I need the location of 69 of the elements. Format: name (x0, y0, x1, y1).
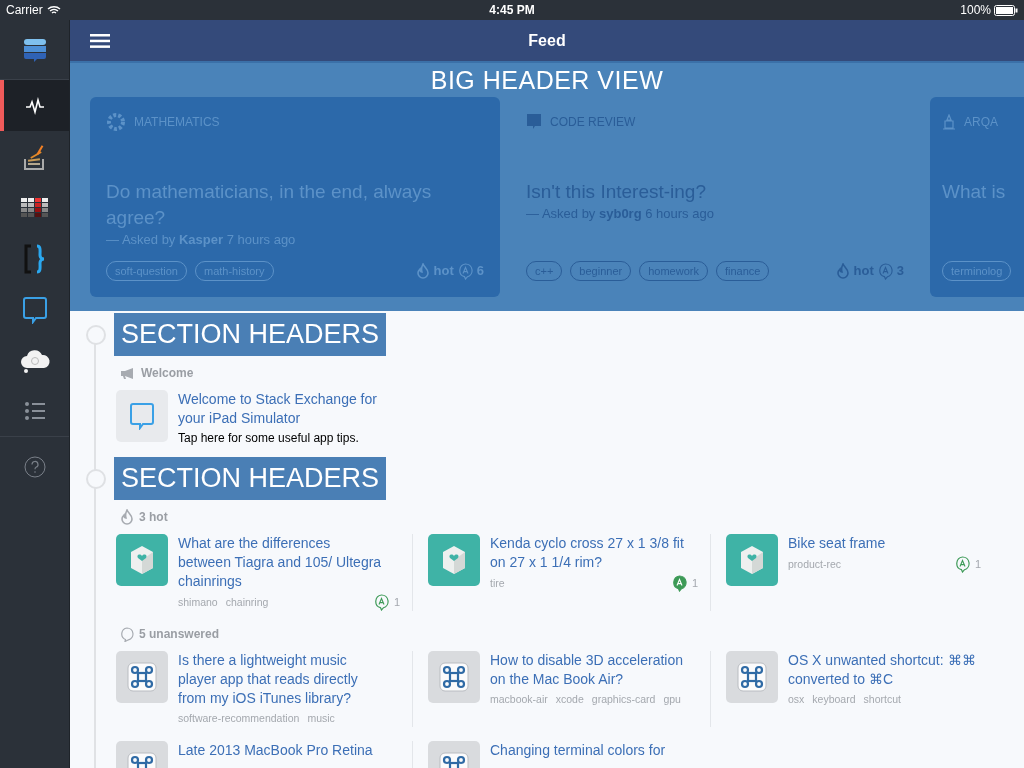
carrier-label: Carrier (6, 2, 43, 19)
flame-icon (835, 263, 850, 279)
command-key-icon (116, 651, 168, 703)
question-title[interactable]: Late 2013 MacBook Pro Retina (178, 740, 383, 760)
answer-count: 1 (974, 557, 981, 573)
question-title[interactable]: OS X unwanted shortcut: ⌘⌘ converted to ⌘C (788, 651, 993, 689)
section-label: 5 unanswered (139, 626, 220, 643)
answer-count: 1 (691, 576, 698, 592)
section-label: Welcome (141, 365, 194, 382)
cloud-icon (18, 347, 51, 374)
tag[interactable]: keyboard (812, 692, 856, 708)
section-header: SECTION HEADERS (114, 457, 387, 500)
tag[interactable]: shimano (178, 594, 218, 611)
site-icon (726, 534, 778, 586)
menu-icon[interactable] (90, 33, 110, 48)
section-header: SECTION HEADERS (114, 313, 387, 356)
megaphone-icon (120, 366, 136, 380)
tag[interactable]: xcode (555, 692, 584, 708)
header-overlay-title: BIG HEADER VIEW (430, 66, 664, 96)
brackets-icon (22, 243, 47, 274)
section-label: 3 hot (139, 509, 168, 526)
battery-percent: 100% (960, 2, 991, 19)
building-icon (942, 114, 956, 130)
grid-blocks-icon (19, 196, 50, 219)
chat-bubble-icon (129, 402, 155, 430)
command-key-icon (726, 651, 778, 703)
site-icon (116, 534, 168, 586)
tag[interactable]: product-rec (788, 556, 842, 573)
tag[interactable]: music (307, 711, 335, 727)
tag[interactable]: gpu (663, 692, 681, 708)
help-icon (23, 456, 46, 478)
answer-icon (457, 262, 473, 280)
flame-icon (415, 263, 430, 279)
command-key-icon (428, 651, 480, 703)
tag[interactable]: tire (490, 575, 505, 592)
gear-icon (106, 112, 126, 132)
flame-icon (120, 509, 134, 525)
welcome-title[interactable]: Welcome to Stack Exchange for your iPad Simulator (178, 390, 378, 428)
question-title[interactable]: How to disable 3D acceleration on the Mac Book Air? (490, 651, 695, 689)
tag[interactable]: chainring (225, 594, 269, 611)
question-title[interactable]: Bike seat frame (788, 534, 993, 553)
answer-icon (373, 594, 389, 611)
site-icon (428, 534, 480, 586)
question-title[interactable]: Kenda cyclo cross 27 x 1 3/8 fit on 27 x 1 1/4 rim? (490, 534, 695, 572)
sidebar-item[interactable] (0, 80, 69, 131)
tag[interactable]: graphics-card (591, 692, 656, 708)
pulse-icon (24, 96, 45, 115)
answer-icon (877, 262, 893, 280)
tag[interactable]: osx (788, 692, 805, 708)
battery-icon (994, 4, 1018, 16)
wifi-icon (46, 5, 61, 15)
tag[interactable]: macbook-air (490, 692, 548, 708)
code-bubble-icon (526, 113, 542, 131)
layers-logo-icon (21, 36, 48, 63)
answer-icon (671, 575, 687, 592)
question-title[interactable]: Is there a lightweight music player app that reads directly from my iOS iTunes library? (178, 651, 383, 708)
answer-icon (954, 556, 970, 573)
question-title[interactable]: Changing terminal colors for (490, 740, 695, 760)
stacked-trays-icon (22, 142, 47, 171)
list-icon (23, 402, 46, 420)
tag[interactable]: software-recommendation (178, 711, 300, 727)
clock: 4:45 PM (489, 2, 535, 19)
speech-bubble-icon (120, 626, 134, 642)
welcome-subtitle: Tap here for some useful app tips. (178, 430, 360, 447)
chat-bubble-icon (21, 295, 48, 324)
nav-title: Feed (528, 30, 566, 51)
answer-count: 1 (393, 595, 400, 611)
question-title[interactable]: What are the differences between Tiagra and 105/ Ultegra chainrings (178, 534, 383, 591)
tag[interactable]: shortcut (863, 692, 901, 708)
